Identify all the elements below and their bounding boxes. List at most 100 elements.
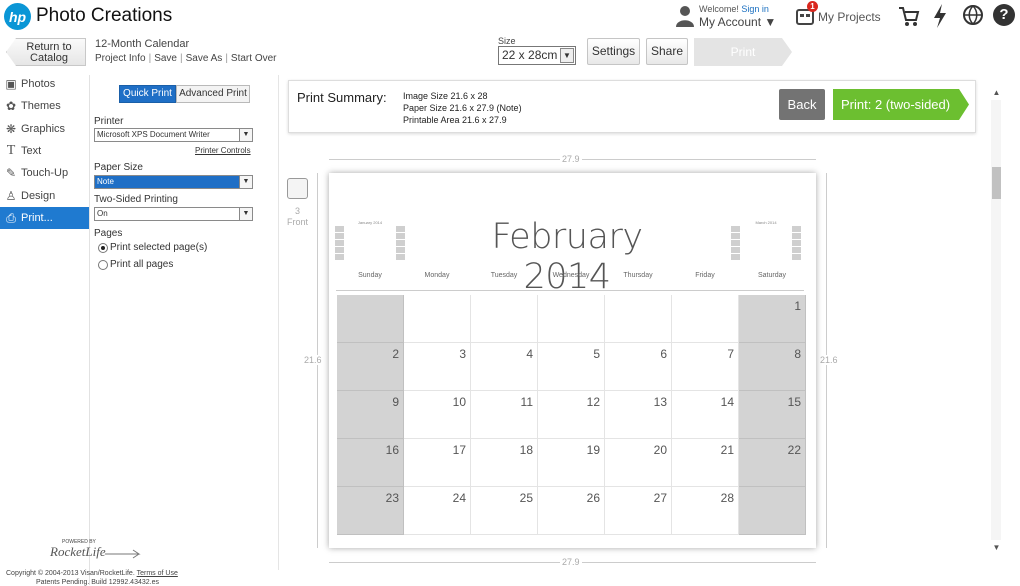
calendar-day-cell[interactable]: 26: [538, 487, 605, 535]
panel-divider: [278, 75, 279, 570]
globe-icon[interactable]: [962, 4, 984, 26]
cart-icon[interactable]: [898, 5, 920, 27]
page-side-label: Front: [287, 217, 309, 227]
share-button[interactable]: Share: [646, 38, 688, 65]
my-account-menu[interactable]: My Account ▼: [699, 15, 776, 29]
mini-calendar-day: [386, 226, 395, 232]
scroll-up-icon[interactable]: ▲: [991, 88, 1002, 97]
calendar-day-cell[interactable]: 23: [337, 487, 404, 535]
radio-print-selected[interactable]: [98, 243, 108, 253]
mini-calendar-day: [782, 233, 791, 239]
sidebar-item-touch-up[interactable]: ✎ Touch-Up: [0, 162, 89, 184]
my-projects-link[interactable]: My Projects: [818, 10, 881, 24]
calendar-title: February 2014: [491, 217, 643, 297]
settings-button[interactable]: Settings: [587, 38, 640, 65]
printer-label: Printer: [94, 116, 124, 127]
calendar-day-cell[interactable]: [404, 295, 471, 343]
sidebar-item-text[interactable]: T Text: [0, 140, 89, 162]
mini-calendar-day: [741, 240, 750, 246]
sidebar-item-photos[interactable]: ▣ Photos: [0, 73, 89, 95]
printer-controls-link[interactable]: Printer Controls: [195, 146, 251, 155]
terms-of-use-link[interactable]: Terms of Use: [137, 570, 178, 577]
radio-print-all[interactable]: [98, 260, 108, 270]
print-two-sided-button[interactable]: Print: 2 (two-sided): [833, 89, 969, 120]
lightning-icon[interactable]: [932, 4, 948, 28]
calendar-day-cell[interactable]: 21: [672, 439, 739, 487]
calendar-day-cell[interactable]: 2: [337, 343, 404, 391]
calendar-day-cell[interactable]: 14: [672, 391, 739, 439]
paper-size-select[interactable]: Note ▼: [94, 175, 253, 189]
calendar-day-number: 22: [787, 443, 801, 457]
calendar-day-cell[interactable]: 27: [605, 487, 672, 535]
calendar-day-cell[interactable]: 1: [739, 295, 806, 343]
project-info-link[interactable]: Project Info: [95, 53, 146, 64]
calendar-day-cell[interactable]: 19: [538, 439, 605, 487]
calendar-day-cell[interactable]: 20: [605, 439, 672, 487]
calendar-day-cell[interactable]: 5: [538, 343, 605, 391]
image-size-text: Image Size 21.6 x 28: [403, 91, 488, 101]
calendar-day-cell[interactable]: 16: [337, 439, 404, 487]
mini-calendar-day: [751, 240, 760, 246]
calendar-day-cell[interactable]: 8: [739, 343, 806, 391]
help-icon[interactable]: ?: [993, 4, 1015, 26]
save-link[interactable]: Save: [154, 53, 177, 64]
calendar-day-cell[interactable]: 6: [605, 343, 672, 391]
scrollbar-thumb[interactable]: [992, 167, 1001, 199]
calendar-day-cell[interactable]: 9: [337, 391, 404, 439]
calendar-day-cell[interactable]: 24: [404, 487, 471, 535]
two-sided-select[interactable]: On ▼: [94, 207, 253, 221]
mini-calendar-day: [782, 254, 791, 260]
return-to-catalog-button[interactable]: Return to Catalog: [6, 38, 86, 66]
sidebar-item-print[interactable]: ⎙ Print...: [0, 207, 89, 229]
calendar-day-cell[interactable]: [538, 295, 605, 343]
mini-calendar-day: [355, 247, 364, 253]
calendar-day-number: 21: [720, 443, 734, 457]
calendar-day-cell[interactable]: [337, 295, 404, 343]
tab-advanced-print[interactable]: Advanced Print: [176, 85, 250, 103]
calendar-day-cell[interactable]: [471, 295, 538, 343]
print-all-label[interactable]: Print all pages: [110, 259, 173, 270]
calendar-day-cell[interactable]: [672, 295, 739, 343]
calendar-day-cell[interactable]: 12: [538, 391, 605, 439]
calendar-day-cell[interactable]: [739, 487, 806, 535]
size-select[interactable]: 22 x 28cm ▼: [498, 46, 576, 65]
save-as-link[interactable]: Save As: [186, 53, 223, 64]
scrollbar[interactable]: [991, 100, 1001, 540]
sidebar-item-graphics[interactable]: ❋ Graphics: [0, 118, 89, 140]
sidebar-item-design[interactable]: ♙ Design: [0, 185, 89, 207]
calendar-day-cell[interactable]: [605, 295, 672, 343]
calendar-day-cell[interactable]: 7: [672, 343, 739, 391]
print-selected-label[interactable]: Print selected page(s): [110, 242, 207, 253]
mini-calendar-day: [386, 247, 395, 253]
mini-calendar-day: [395, 254, 405, 260]
calendar-day-cell[interactable]: 22: [739, 439, 806, 487]
mini-calendar-day: [751, 254, 760, 260]
mini-calendar-day: [751, 226, 760, 232]
calendar-day-number: 23: [385, 491, 399, 505]
calendar-day-cell[interactable]: 17: [404, 439, 471, 487]
page-thumbnail[interactable]: [287, 178, 308, 199]
calendar-day-cell[interactable]: 11: [471, 391, 538, 439]
hp-logo[interactable]: hp: [4, 3, 31, 30]
sidebar-item-themes[interactable]: ✿ Themes: [0, 95, 89, 117]
weekday-label: Wednesday: [552, 272, 590, 279]
calendar-day-cell[interactable]: 28: [672, 487, 739, 535]
print-step-button[interactable]: Print: [694, 38, 792, 66]
mini-calendar-day: [376, 240, 385, 246]
calendar-day-cell[interactable]: 13: [605, 391, 672, 439]
calendar-day-cell[interactable]: 15: [739, 391, 806, 439]
back-button[interactable]: Back: [779, 89, 825, 120]
calendar-day-cell[interactable]: 18: [471, 439, 538, 487]
calendar-day-cell[interactable]: 3: [404, 343, 471, 391]
mini-calendar-day: [761, 233, 770, 239]
scroll-down-icon[interactable]: ▼: [991, 543, 1002, 552]
tab-quick-print[interactable]: Quick Print: [119, 85, 176, 103]
printer-select[interactable]: Microsoft XPS Document Writer ▼: [94, 128, 253, 142]
user-icon[interactable]: [675, 4, 695, 28]
calendar-day-cell[interactable]: 4: [471, 343, 538, 391]
calendar-day-cell[interactable]: 10: [404, 391, 471, 439]
calendar-day-cell[interactable]: 25: [471, 487, 538, 535]
start-over-link[interactable]: Start Over: [231, 53, 277, 64]
chevron-down-icon: ▼: [239, 176, 252, 188]
sign-in-link[interactable]: Sign in: [741, 4, 769, 14]
